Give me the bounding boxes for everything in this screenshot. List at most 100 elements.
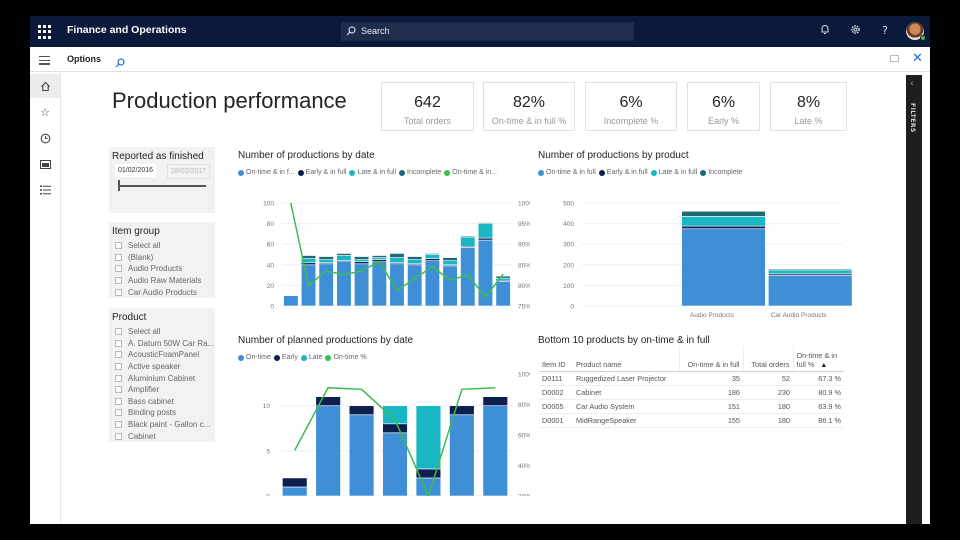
slider-handle[interactable] <box>118 180 120 191</box>
legend-item[interactable]: Early & in full <box>297 169 346 176</box>
action-bar: Options ✕ <box>30 47 930 72</box>
legend-item[interactable]: Late & in full <box>349 169 396 176</box>
checkbox[interactable] <box>115 288 122 296</box>
legend-item[interactable]: Late <box>300 354 322 361</box>
star-icon[interactable]: ☆ <box>30 100 60 124</box>
legend-item[interactable]: On-time & in... <box>444 169 497 176</box>
checkbox[interactable] <box>115 242 122 250</box>
table-cell: 67.3 % <box>793 371 844 386</box>
slicer-option[interactable]: (Blank) <box>115 252 215 264</box>
legend-item[interactable]: On-time <box>238 354 271 361</box>
workspace-icon[interactable] <box>30 152 60 176</box>
legend-item[interactable]: Incomplete <box>399 169 441 176</box>
filters-pane[interactable]: ‹ FILTERS <box>906 75 922 524</box>
date-range-slider[interactable] <box>118 185 206 187</box>
table-cell: 186 <box>679 385 743 400</box>
gear-icon[interactable] <box>848 24 862 38</box>
slicer-option[interactable]: AcousticFoamPanel <box>115 349 215 361</box>
help-icon[interactable]: ? <box>878 24 892 38</box>
slicer-option[interactable]: Select all <box>115 240 215 252</box>
checkbox[interactable] <box>115 363 122 371</box>
checkbox[interactable] <box>115 386 122 394</box>
table-row[interactable]: D0005 Car Audio System 151 180 83.9 % <box>539 399 844 414</box>
bell-icon[interactable] <box>818 24 832 38</box>
checkbox[interactable] <box>115 277 122 285</box>
options-tab[interactable]: Options <box>67 54 101 64</box>
column-header[interactable]: Product name <box>573 346 679 372</box>
app-launcher-icon[interactable] <box>38 25 52 39</box>
slicer-option[interactable]: A. Datum 50W Car Ra... <box>115 338 215 350</box>
checkbox[interactable] <box>115 374 122 382</box>
checkbox[interactable] <box>115 339 122 347</box>
y-tick-label: 100 <box>563 283 574 290</box>
slicer-option[interactable]: Audio Products <box>115 263 215 275</box>
checkbox[interactable] <box>115 253 122 261</box>
popout-icon[interactable] <box>890 55 899 62</box>
table-cell: MidRangeSpeaker <box>573 413 679 428</box>
option-label: Select all <box>128 327 161 337</box>
checkbox[interactable] <box>115 265 122 273</box>
slicer-reported-as-finished: Reported as finished 01/02/2016 28/02/20… <box>109 147 215 213</box>
slicer-option[interactable]: Binding posts <box>115 407 215 419</box>
hamburger-menu-icon[interactable] <box>39 56 50 67</box>
slicer-option[interactable]: Select all <box>115 326 215 338</box>
table-row[interactable]: D0111 Ruggedized Laser Projector 35 52 67.3 … <box>539 371 844 386</box>
slicer-option[interactable]: Black paint - Gallon c... <box>115 419 215 431</box>
x-tick-label: Car Audio Products <box>771 312 828 319</box>
bar-segment-on-time <box>482 405 508 496</box>
slicer-option[interactable]: Audio Raw Materials <box>115 275 215 287</box>
legend-item[interactable]: Early & in full <box>598 169 648 176</box>
app-title[interactable]: Finance and Operations <box>67 24 187 36</box>
y-tick-label: 40 <box>267 262 275 269</box>
table-cell: 230 <box>743 385 793 400</box>
date-to-input[interactable]: 28/02/2017 <box>167 164 211 179</box>
legend-item[interactable]: On-time & in f... <box>238 169 295 176</box>
search-input[interactable]: Search <box>341 22 634 41</box>
close-icon[interactable]: ✕ <box>912 51 923 66</box>
legend-marker <box>399 169 406 176</box>
column-header[interactable]: Item ID <box>539 346 573 372</box>
chevron-left-icon[interactable]: ‹ <box>910 79 914 89</box>
slicer-option[interactable]: Amplifier <box>115 384 215 396</box>
checkbox[interactable] <box>115 328 122 336</box>
checkbox[interactable] <box>115 432 122 440</box>
filters-label: FILTERS <box>909 103 916 133</box>
legend-item[interactable]: On-time & in full <box>538 169 596 176</box>
option-label: Select all <box>128 241 161 251</box>
legend-item[interactable]: Incomplete <box>700 169 742 176</box>
column-header[interactable]: Total orders <box>742 346 793 372</box>
checkbox[interactable] <box>115 351 122 359</box>
option-label: Audio Raw Materials <box>128 276 202 286</box>
slicer-option[interactable]: Active speaker <box>115 361 215 373</box>
bar-segment-incomplete <box>460 235 476 238</box>
list-icon[interactable] <box>30 178 60 202</box>
legend-item[interactable]: Late & in full <box>650 169 697 176</box>
date-from-input[interactable]: 01/02/2016 <box>115 164 157 177</box>
clock-icon[interactable] <box>30 126 60 150</box>
slicer-option[interactable]: Car Audio Products <box>115 286 215 298</box>
legend-item[interactable]: On-time % <box>325 354 367 361</box>
slicer-option[interactable]: Bass cabinet <box>115 396 215 408</box>
slicer-option[interactable]: Cabinet <box>115 430 215 442</box>
legend-item[interactable]: Early <box>273 354 298 361</box>
bar-segment-incomplete <box>389 253 405 258</box>
home-icon[interactable] <box>30 74 60 98</box>
bar-segment-incomplete <box>495 275 511 279</box>
kpi-label: Total orders <box>403 116 452 126</box>
avatar[interactable] <box>906 22 926 41</box>
column-header[interactable]: On-time & in full <box>678 346 743 372</box>
checkbox[interactable] <box>115 421 122 429</box>
bar-segment-early-in-full <box>681 225 766 230</box>
sort-ascending-icon[interactable]: ▲ <box>820 362 827 369</box>
table-row[interactable]: D0002 Cabinet 186 230 80.9 % <box>539 385 844 400</box>
bar-segment-incomplete <box>424 253 440 255</box>
checkbox[interactable] <box>115 397 122 405</box>
table-cell: D0111 <box>539 371 573 386</box>
y-tick-label: 20 <box>267 283 275 290</box>
checkbox[interactable] <box>115 409 122 417</box>
column-header-sorted[interactable]: On-time & in full % ▲ <box>792 346 844 372</box>
table-row[interactable]: D0001 MidRangeSpeaker 155 180 86.1 % <box>539 413 844 428</box>
action-search-icon[interactable] <box>115 53 125 72</box>
slicer-option[interactable]: Aluminium Cabinet <box>115 372 215 384</box>
kpi-card-total-orders: 642 Total orders <box>381 82 474 131</box>
